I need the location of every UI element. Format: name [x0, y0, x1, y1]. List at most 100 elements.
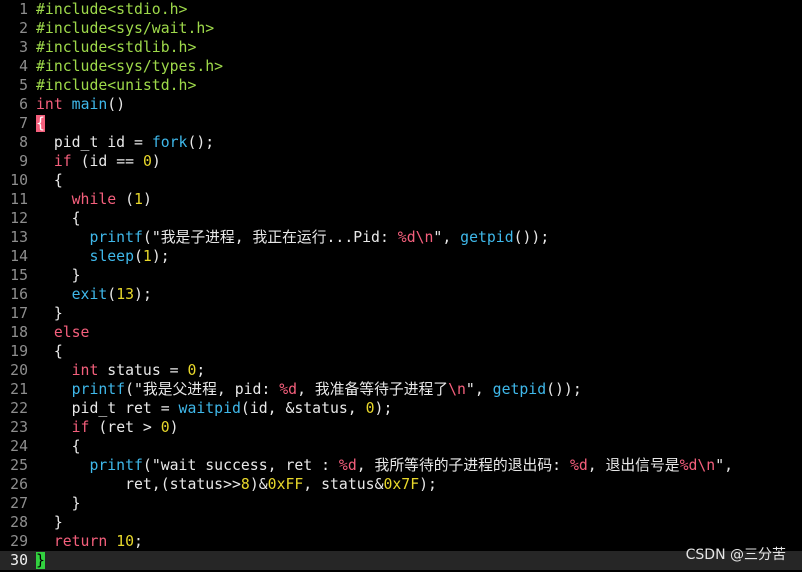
code-line[interactable]: 20 int status = 0;: [0, 361, 802, 380]
code-token: )&: [249, 476, 268, 493]
line-code: #include<stdio.h>: [28, 0, 802, 19]
code-line[interactable]: 1 #include<stdio.h>: [0, 0, 802, 19]
code-token: printf: [89, 229, 143, 246]
code-token: ): [142, 191, 152, 208]
code-line[interactable]: 25 printf("wait success, ret : %d, 我所等待的…: [0, 456, 802, 475]
code-token: (): [107, 96, 126, 113]
code-line[interactable]: 17 }: [0, 304, 802, 323]
line-number: 14: [10, 248, 28, 265]
code-token: ): [151, 153, 161, 170]
code-token: , 我所等待的子进程的退出码:: [356, 457, 570, 474]
code-line[interactable]: 16 exit(13);: [0, 285, 802, 304]
code-token: #include<stdlib.h>: [36, 39, 197, 56]
code-line[interactable]: 5 #include<unistd.h>: [0, 76, 802, 95]
line-code: #include<sys/types.h>: [28, 57, 802, 76]
code-token: );: [374, 400, 393, 417]
code-line[interactable]: 18 else: [0, 323, 802, 342]
line-number: 24: [10, 438, 28, 455]
code-line[interactable]: 12 {: [0, 209, 802, 228]
line-number: 22: [10, 400, 28, 417]
code-line[interactable]: 19 {: [0, 342, 802, 361]
code-line[interactable]: 21 printf("我是父进程, pid: %d, 我准备等待子进程了\n",…: [0, 380, 802, 399]
code-token: , 退出信号是: [587, 457, 680, 474]
code-line[interactable]: 13 printf("我是子进程, 我正在运行...Pid: %d\n", ge…: [0, 228, 802, 247]
code-token: , status&: [303, 476, 384, 493]
code-token: #include<unistd.h>: [36, 77, 197, 94]
matched-brace-open: {: [36, 115, 45, 132]
code-token: return: [53, 533, 108, 550]
line-code: pid_t id = fork();: [28, 133, 802, 152]
code-token: printf: [71, 381, 126, 398]
code-line[interactable]: 2 #include<sys/wait.h>: [0, 19, 802, 38]
code-editor[interactable]: 1 #include<stdio.h> 2 #include<sys/wait.h> 3…: [0, 0, 802, 572]
code-line[interactable]: 23 if (ret > 0): [0, 418, 802, 437]
code-token: pid_t ret =: [36, 400, 179, 417]
code-token: {: [36, 210, 81, 227]
code-token: ",: [465, 381, 493, 398]
code-token: (id, &status,: [240, 400, 366, 417]
code-token: if: [53, 153, 72, 170]
code-line[interactable]: 15 }: [0, 266, 802, 285]
code-token: (ret >: [89, 419, 161, 436]
code-token: ();: [187, 134, 215, 151]
code-token: 10: [116, 533, 135, 550]
code-token: pid_t id =: [36, 134, 152, 151]
code-line[interactable]: 22 pid_t ret = waitpid(id, &status, 0);: [0, 399, 802, 418]
code-lines: 1 #include<stdio.h> 2 #include<sys/wait.h> 3…: [0, 0, 802, 570]
code-token: getpid: [460, 229, 514, 246]
code-token: waitpid: [178, 400, 241, 417]
code-line[interactable]: 3 #include<stdlib.h>: [0, 38, 802, 57]
code-token: }: [36, 267, 81, 284]
code-line[interactable]: 27 }: [0, 494, 802, 513]
line-code: if (ret > 0): [28, 418, 802, 437]
code-token: %d\n: [397, 229, 434, 246]
code-line[interactable]: 9 if (id == 0): [0, 152, 802, 171]
line-number: 23: [10, 419, 28, 436]
line-code: }: [28, 266, 802, 285]
code-line[interactable]: 8 pid_t id = fork();: [0, 133, 802, 152]
code-line[interactable]: 11 while (1): [0, 190, 802, 209]
code-token: }: [36, 305, 63, 322]
line-number: 15: [10, 267, 28, 284]
line-code: exit(13);: [28, 285, 802, 304]
line-code: printf("我是父进程, pid: %d, 我准备等待子进程了\n", ge…: [28, 380, 802, 399]
code-line[interactable]: 30}: [0, 551, 802, 570]
code-token: 0x7F: [383, 476, 420, 493]
line-code: ret,(status>>8)&0xFF, status&0x7F);: [28, 475, 802, 494]
line-code: {: [28, 342, 802, 361]
matched-brace-close-cursor: }: [36, 552, 45, 569]
code-token: ());: [513, 229, 550, 246]
code-line[interactable]: 6 int main(): [0, 95, 802, 114]
code-token: %d: [569, 457, 588, 474]
code-line[interactable]: 26 ret,(status>>8)&0xFF, status&0x7F);: [0, 475, 802, 494]
line-code: }: [28, 513, 802, 532]
code-token: }: [36, 514, 63, 531]
line-number: 18: [10, 324, 28, 341]
code-token: (: [107, 286, 117, 303]
code-token: #include<sys/types.h>: [36, 58, 224, 75]
line-number: 21: [10, 381, 28, 398]
code-line[interactable]: 14 sleep(1);: [0, 247, 802, 266]
line-code: sleep(1);: [28, 247, 802, 266]
code-token: 0: [160, 419, 170, 436]
line-code: printf("我是子进程, 我正在运行...Pid: %d\n", getpi…: [28, 228, 802, 247]
code-token: ;: [196, 362, 206, 379]
code-line[interactable]: 24 {: [0, 437, 802, 456]
code-token: fork: [151, 134, 188, 151]
code-line[interactable]: 7{: [0, 114, 802, 133]
code-token: ;: [134, 533, 143, 550]
code-line[interactable]: 28 }: [0, 513, 802, 532]
code-line[interactable]: 10 {: [0, 171, 802, 190]
line-number: 28: [10, 514, 28, 531]
code-line[interactable]: 29 return 10;: [0, 532, 802, 551]
code-token: while: [71, 191, 117, 208]
code-token: %d\n: [679, 457, 716, 474]
line-number: 9: [19, 153, 28, 170]
code-line[interactable]: 4 #include<sys/types.h>: [0, 57, 802, 76]
line-code: pid_t ret = waitpid(id, &status, 0);: [28, 399, 802, 418]
